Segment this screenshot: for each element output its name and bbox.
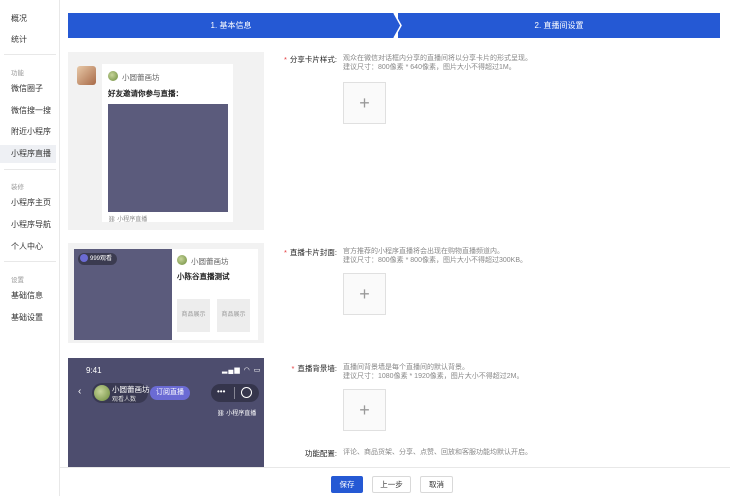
sidebar-group-settings: 设置: [11, 277, 24, 284]
share-card-size-hint: 建议尺寸：800像素 * 640像素，图片大小不得超过1M。: [343, 64, 516, 71]
plus-icon: +: [359, 92, 370, 113]
step-basic-info: 1. 基本信息: [68, 13, 394, 38]
background-desc-line: 直播间背景墙是每个直播间的默认背景。: [343, 364, 469, 371]
step-chevron-icon: [390, 13, 402, 38]
more-icon[interactable]: •••: [217, 387, 225, 396]
miniapp-live-tag-label: 小程序直播: [226, 411, 257, 417]
sidebar-item-label: 小程序直播: [11, 149, 51, 158]
shop-avatar: [108, 71, 118, 81]
save-button[interactable]: 保存: [331, 476, 363, 493]
share-card-desc-line: 观众在微信对话框内分享的直播间将以分享卡片的形式呈现。: [343, 55, 532, 62]
background-desc: 直播间背景墙是每个直播间的默认背景。 建议尺寸：1080像素 * 1920像素，…: [343, 363, 523, 381]
main-content: 1. 基本信息 2. 直播间设置 小圆蕾画坊 好友邀请你参与直播： ⛓ 小程序直…: [60, 0, 730, 496]
plus-icon: +: [359, 283, 370, 304]
sidebar-item-stats[interactable]: 统计: [0, 31, 56, 49]
share-cover-image: [108, 104, 228, 212]
share-card-label: * 分享卡片样式:: [257, 54, 337, 65]
live-cover-image: 999观看: [74, 249, 172, 340]
sidebar-item-nearby-miniapp[interactable]: 附近小程序: [0, 123, 56, 141]
shop-name: 小圆蕾画坊: [122, 73, 160, 82]
sidebar-group-function: 功能: [11, 70, 24, 77]
background-upload-button[interactable]: +: [343, 389, 386, 431]
background-label-text: 直播背景墙:: [297, 364, 337, 373]
share-card-desc: 观众在微信对话框内分享的直播间将以分享卡片的形式呈现。 建议尺寸：800像素 *…: [343, 54, 532, 72]
share-card: 小圆蕾画坊 好友邀请你参与直播： ⛓ 小程序直播: [102, 64, 233, 223]
required-mark: *: [291, 364, 295, 373]
live-card-info: 小圆蕾画坊 小陈谷直播测试 商品展示 商品展示: [172, 249, 258, 340]
viewer-count: 观看人数: [112, 397, 137, 403]
sidebar-item-label: 基础信息: [11, 291, 43, 300]
sidebar-divider: [4, 169, 56, 170]
sidebar-item-label: 微信搜一搜: [11, 106, 51, 115]
sidebar-item-miniapp-home[interactable]: 小程序主页: [0, 194, 56, 212]
miniapp-live-tag-label: 小程序直播: [117, 217, 148, 223]
cover-upload-button[interactable]: +: [343, 273, 386, 315]
sidebar-item-miniapp-nav[interactable]: 小程序导航: [0, 216, 56, 234]
shop-avatar: [177, 255, 187, 265]
cover-desc-line: 官方推荐的小程序直播将会出现在购物直播频道内。: [343, 248, 504, 255]
sidebar-item-label: 统计: [11, 35, 27, 44]
cancel-button[interactable]: 取消: [420, 476, 453, 493]
share-card-preview: 小圆蕾画坊 好友邀请你参与直播： ⛓ 小程序直播: [68, 52, 264, 230]
cover-desc: 官方推荐的小程序直播将会出现在购物直播频道内。 建议尺寸：800像素 * 800…: [343, 247, 527, 265]
features-label: 功能配置:: [304, 449, 337, 458]
sidebar-item-overview[interactable]: 概况: [0, 10, 56, 28]
sidebar-divider: [4, 261, 56, 262]
link-icon: ⛓: [217, 411, 225, 417]
step-live-room-settings: 2. 直播间设置: [398, 13, 720, 38]
live-dot-icon: [80, 254, 88, 263]
invite-text: 好友邀请你参与直播：: [108, 89, 183, 98]
sidebar-item-miniapp-live[interactable]: 小程序直播: [0, 145, 56, 163]
sidebar-item-label: 微信圈子: [11, 84, 43, 93]
sidebar-item-label: 概况: [11, 14, 27, 23]
shop-avatar: [94, 385, 110, 401]
cover-label-text: 直播卡片封面:: [289, 248, 337, 257]
sidebar-item-wechat-circle[interactable]: 微信圈子: [0, 80, 56, 98]
background-label: * 直播背景墙:: [257, 363, 337, 374]
footer-bar: 保存 上一步 取消: [60, 467, 730, 496]
viewers-badge: 999观看: [78, 253, 118, 265]
share-card-label-text: 分享卡片样式:: [289, 55, 337, 64]
link-icon: ⛓: [108, 217, 116, 223]
back-arrow-icon[interactable]: ‹: [78, 386, 81, 397]
sidebar-divider: [4, 54, 56, 55]
sidebar: 概况 统计 功能 微信圈子 微信搜一搜 附近小程序 小程序直播 装修 小程序主页…: [0, 0, 60, 496]
sidebar-item-basic-info[interactable]: 基础信息: [0, 287, 56, 305]
sidebar-item-label: 个人中心: [11, 242, 43, 251]
sidebar-item-profile[interactable]: 个人中心: [0, 238, 56, 256]
subscribe-button[interactable]: 订阅直播: [150, 386, 190, 400]
cover-size-hint: 建议尺寸：800像素 * 800像素，图片大小不得超过300KB。: [343, 257, 527, 264]
signal-battery-icon: ▂▄▆ ◠ ▭: [222, 367, 262, 374]
capsule-menu[interactable]: •••: [211, 384, 259, 402]
features-desc: 评论、商品货架、分享、点赞、回放和客服功能均默认开启。: [343, 449, 532, 456]
product-placeholder: 商品展示: [217, 299, 250, 332]
shop-name: 小圆蕾画坊: [191, 257, 229, 266]
sidebar-item-label: 小程序主页: [11, 198, 51, 207]
steps-bar: 1. 基本信息 2. 直播间设置: [68, 13, 720, 38]
plus-icon: +: [359, 399, 370, 420]
sidebar-group-decor: 装修: [11, 184, 24, 191]
sidebar-item-label: 小程序导航: [11, 220, 51, 229]
phone-time: 9:41: [86, 366, 102, 375]
sidebar-item-label: 基础设置: [11, 313, 43, 322]
background-wall-preview: 9:41 ▂▄▆ ◠ ▭ ‹ 小圆蕾画坊 观看人数 订阅直播 ••• ⛓ 小程序…: [68, 358, 264, 468]
sidebar-item-wechat-search[interactable]: 微信搜一搜: [0, 102, 56, 120]
live-card-preview: 999观看 小圆蕾画坊 小陈谷直播测试 商品展示 商品展示: [68, 243, 264, 343]
close-miniapp-icon[interactable]: [241, 387, 252, 398]
background-size-hint: 建议尺寸：1080像素 * 1920像素，图片大小不得超过2M。: [343, 373, 524, 380]
required-mark: *: [283, 248, 287, 257]
share-card-upload-button[interactable]: +: [343, 82, 386, 124]
miniapp-live-tag: ⛓ 小程序直播: [217, 408, 256, 417]
miniapp-live-tag: ⛓ 小程序直播: [108, 214, 147, 223]
live-room-title: 小陈谷直播测试: [177, 272, 230, 281]
user-avatar: [77, 66, 96, 85]
sidebar-item-label: 附近小程序: [11, 127, 51, 136]
capsule-divider: [234, 387, 235, 399]
required-mark: *: [283, 55, 287, 64]
sidebar-item-basic-settings[interactable]: 基础设置: [0, 309, 56, 327]
product-placeholder: 商品展示: [177, 299, 210, 332]
cover-label: * 直播卡片封面:: [257, 247, 337, 258]
previous-step-button[interactable]: 上一步: [372, 476, 411, 493]
viewers-badge-label: 999观看: [90, 256, 113, 262]
